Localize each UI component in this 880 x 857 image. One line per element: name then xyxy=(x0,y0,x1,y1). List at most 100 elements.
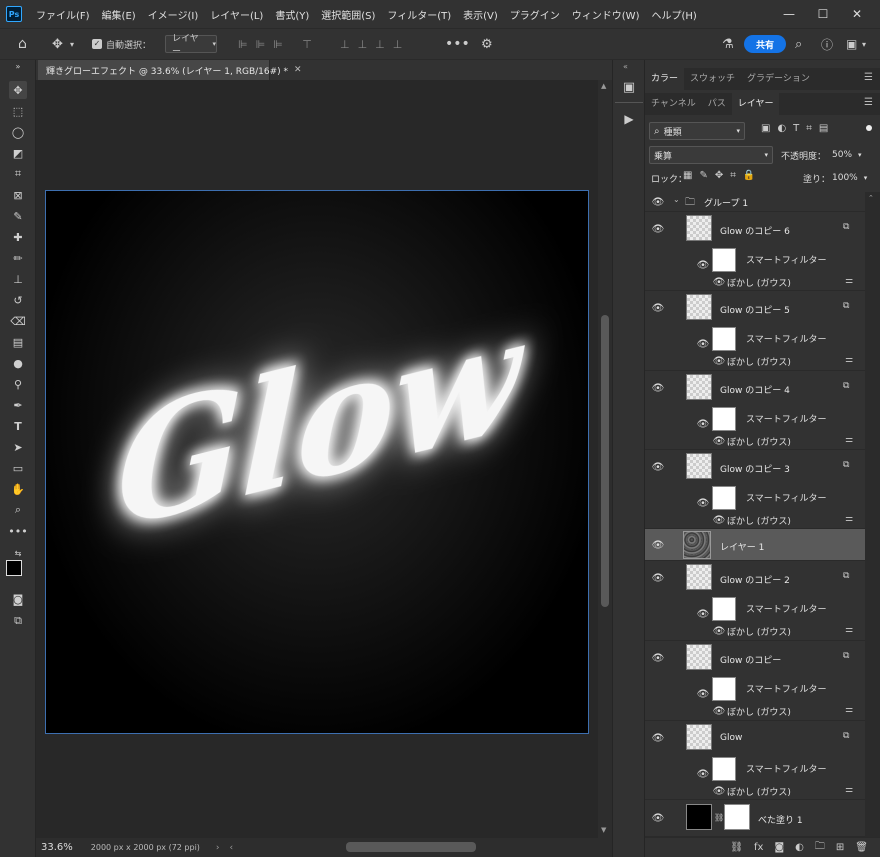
distribute-icons[interactable]: ⊥⊥⊥⊥ xyxy=(340,29,410,59)
smart-filter-eye-icon[interactable]: 👁 xyxy=(696,687,710,701)
filter-eye-icon[interactable]: 👁 xyxy=(712,434,726,448)
menu-item[interactable]: ファイル(F) xyxy=(30,7,96,22)
smart-filter-mask[interactable] xyxy=(712,597,736,621)
healing-brush-tool-icon[interactable]: ✚ xyxy=(9,228,27,246)
visibility-eye-icon[interactable]: 👁 xyxy=(651,381,665,395)
tab-color[interactable]: カラー xyxy=(645,68,685,90)
dodge-tool-icon[interactable]: ⚲ xyxy=(9,375,27,393)
smart-filter-mask[interactable] xyxy=(712,407,736,431)
tab-layers[interactable]: レイヤー xyxy=(731,93,780,115)
menu-item[interactable]: フィルター(T) xyxy=(381,7,457,22)
help-icon[interactable]: ⓘ xyxy=(821,29,833,59)
filter-eye-icon[interactable]: 👁 xyxy=(712,275,726,289)
filter-options-icon[interactable]: ⚌ xyxy=(845,435,853,445)
hand-tool-icon[interactable]: ✋ xyxy=(9,480,27,498)
document-info[interactable]: 2000 px x 2000 px (72 ppi) xyxy=(91,843,200,852)
filter-options-icon[interactable]: ⚌ xyxy=(845,355,853,365)
menu-item[interactable]: ヘルプ(H) xyxy=(645,7,702,22)
auto-select-dropdown[interactable]: レイヤー ▾ xyxy=(165,34,217,57)
menu-item[interactable]: プラグイン xyxy=(504,7,566,22)
expand-icon[interactable]: « xyxy=(623,62,628,71)
visibility-eye-icon[interactable]: 👁 xyxy=(651,571,665,585)
filter-toggle-icon[interactable] xyxy=(866,125,872,131)
object-select-tool-icon[interactable]: ◩ xyxy=(9,144,27,162)
menu-item[interactable]: 編集(E) xyxy=(96,7,142,22)
foreground-color-swatch[interactable] xyxy=(6,560,22,576)
tab-channels[interactable]: チャンネル xyxy=(645,93,702,115)
labs-flask-icon[interactable]: ⚗ xyxy=(722,29,734,59)
layers-menu-icon[interactable]: ☰ xyxy=(864,97,873,108)
share-button[interactable]: 共有 xyxy=(744,35,786,53)
layer-row[interactable]: 👁 Glow ⧉ 👁 スマートフィルター 👁 ぼかし (ガウス) ⚌ xyxy=(645,721,865,800)
move-tool-icon[interactable]: ✥ xyxy=(9,81,27,99)
filter-options-icon[interactable]: ⚌ xyxy=(845,276,853,286)
smart-filter-mask[interactable] xyxy=(712,677,736,701)
new-layer-icon[interactable]: ⊞ xyxy=(836,842,844,853)
smart-filter-mask[interactable] xyxy=(712,757,736,781)
filter-options-icon[interactable]: ⚌ xyxy=(845,705,853,715)
align-icons[interactable]: ⊫⊫⊫ ⊤ xyxy=(238,29,320,59)
settings-gear-icon[interactable]: ⚙ xyxy=(481,29,493,59)
brush-tool-icon[interactable]: ✏ xyxy=(9,249,27,267)
menu-item[interactable]: イメージ(I) xyxy=(142,7,205,22)
close-button[interactable]: ✕ xyxy=(840,0,874,28)
layer-row[interactable]: 👁 Glow のコピー 4 ⧉ 👁 スマートフィルター 👁 ぼかし (ガウス) … xyxy=(645,371,865,450)
more-tools-icon[interactable]: ••• xyxy=(8,522,27,540)
visibility-eye-icon[interactable]: 👁 xyxy=(651,538,665,552)
adjustment-layer-icon[interactable]: ◐ xyxy=(795,842,804,853)
new-group-icon[interactable]: 🗀 xyxy=(815,839,825,856)
tab-swatches[interactable]: スウォッチ xyxy=(684,68,741,90)
marquee-tool-icon[interactable]: ⬚ xyxy=(9,102,27,120)
link-icon[interactable]: ⛓ xyxy=(714,813,724,822)
visibility-eye-icon[interactable]: 👁 xyxy=(651,222,665,236)
lasso-tool-icon[interactable]: ◯ xyxy=(9,123,27,141)
fill-color-thumbnail[interactable] xyxy=(686,804,712,830)
visibility-eye-icon[interactable]: 👁 xyxy=(651,301,665,315)
home-icon[interactable]: ⌂ xyxy=(18,29,27,59)
menu-item[interactable]: 書式(Y) xyxy=(269,7,315,22)
filter-kind-dropdown[interactable]: ⌕ 種類 ▾ xyxy=(649,122,745,140)
blur-tool-icon[interactable]: ● xyxy=(9,354,27,372)
filter-type-icons[interactable]: ▣◐T⌗▤ xyxy=(761,123,835,134)
layer-row[interactable]: 👁 Glow のコピー 2 ⧉ 👁 スマートフィルター 👁 ぼかし (ガウス) … xyxy=(645,561,865,641)
smart-filter-eye-icon[interactable]: 👁 xyxy=(696,337,710,351)
filter-eye-icon[interactable]: 👁 xyxy=(712,704,726,718)
lock-icons[interactable]: ▦✎✥⌗🔒 xyxy=(683,170,762,181)
tool-preset-chevron-icon[interactable]: ▾ xyxy=(70,29,74,59)
path-select-tool-icon[interactable]: ➤ xyxy=(9,438,27,456)
zoom-level[interactable]: 33.6% xyxy=(41,842,73,853)
eyedropper-tool-icon[interactable]: ✎ xyxy=(9,207,27,225)
stamp-tool-icon[interactable]: ⊥ xyxy=(9,270,27,288)
add-mask-icon[interactable]: ◙ xyxy=(774,842,784,853)
quick-mask-icon[interactable]: ◙ xyxy=(9,590,27,608)
delete-layer-icon[interactable]: 🗑 xyxy=(855,842,868,853)
tab-paths[interactable]: パス xyxy=(702,93,732,115)
auto-select-checkbox[interactable]: ✓ xyxy=(92,29,102,59)
search-icon[interactable]: ⌕ xyxy=(795,29,802,59)
layer-group-row[interactable]: 👁 ⌄ 🗀 グループ 1 xyxy=(645,192,865,212)
fill-field[interactable]: 100% ▾ xyxy=(828,169,872,187)
filter-options-icon[interactable]: ⚌ xyxy=(845,785,853,795)
minimize-button[interactable]: — xyxy=(772,0,806,28)
crop-tool-icon[interactable]: ⌗ xyxy=(9,165,27,183)
close-tab-icon[interactable]: ✕ xyxy=(294,65,302,75)
opacity-field[interactable]: 50% ▾ xyxy=(828,146,872,164)
layer-row[interactable]: 👁 Glow のコピー 6 ⧉ 👁 スマートフィルター 👁 ぼかし (ガウス) … xyxy=(645,212,865,291)
scroll-left-icon[interactable]: ‹ xyxy=(230,843,234,853)
zoom-tool-icon[interactable]: ⌕ xyxy=(9,501,27,519)
workspace-icon[interactable]: ▣ xyxy=(846,29,857,59)
filter-options-icon[interactable]: ⚌ xyxy=(845,625,853,635)
eraser-tool-icon[interactable]: ⌫ xyxy=(9,312,27,330)
smart-filter-mask[interactable] xyxy=(712,248,736,272)
menu-item[interactable]: レイヤー(L) xyxy=(204,7,269,22)
vertical-scroll-thumb[interactable] xyxy=(601,315,609,607)
status-arrow-icon[interactable]: › xyxy=(216,843,220,853)
smart-filter-eye-icon[interactable]: 👁 xyxy=(696,607,710,621)
menu-item[interactable]: ウィンドウ(W) xyxy=(566,7,646,22)
layer-row[interactable]: 👁 Glow のコピー ⧉ 👁 スマートフィルター 👁 ぼかし (ガウス) ⚌ xyxy=(645,641,865,721)
libraries-icon[interactable]: ▣ xyxy=(620,78,638,96)
tab-gradients[interactable]: グラデーション xyxy=(741,68,816,90)
link-layers-icon[interactable]: ⛓ xyxy=(730,842,743,853)
horizontal-scroll-thumb[interactable] xyxy=(346,842,476,852)
visibility-eye-icon[interactable]: 👁 xyxy=(651,460,665,474)
